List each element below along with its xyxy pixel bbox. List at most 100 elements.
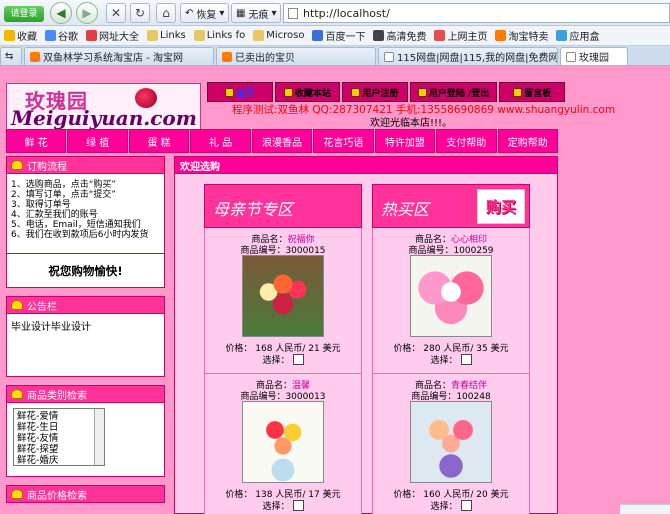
tab-label: 115网盘|网盘|115,我的网盘|免费网络... (397, 53, 558, 64)
category-nav: 鲜 花绿 植蛋 糕礼 品浪漫香品 花言巧语 特许加盟 支付帮助 定购帮助 (6, 129, 558, 153)
product-photo[interactable] (242, 401, 324, 483)
nav-label: 用户注册 (362, 88, 399, 99)
select-label: 选择： (262, 356, 290, 366)
notice-title: 公告栏 (27, 301, 57, 313)
order-steps: 1、选购商品，点击“购买” 2、填写订单，点击“提交” 3、取得订单号 4、汇款至我们… (6, 174, 165, 254)
notice-content: 毕业设计毕业设计 (6, 314, 165, 377)
product-photo[interactable] (410, 401, 492, 483)
taobao-favicon-icon (222, 51, 232, 62)
select-label: 选择： (430, 502, 458, 512)
bookmark-item[interactable]: 收藏 (0, 28, 41, 43)
select-checkbox[interactable] (292, 354, 304, 365)
bookmark-icon (556, 30, 568, 41)
address-bar[interactable]: http://localhost/ (283, 3, 670, 23)
nav-icon (351, 87, 361, 97)
page-favicon-icon (384, 51, 394, 62)
tab-menu-button[interactable]: ⇆ (0, 47, 22, 65)
select-checkbox[interactable] (460, 354, 472, 365)
reload-button[interactable]: ↻ (130, 3, 150, 23)
category-nav-item[interactable]: 定购帮助 (497, 129, 558, 153)
bookmarks-bar: 收藏 谷歌 网址大全 Links Links fo Microso 百度一下 高清免费 上网主页… (0, 26, 670, 46)
notice-header: 公告栏 (6, 296, 165, 314)
product-card: 商品名：心心相印 商品编号：1000259 价格： 280 人民币/ 35 美元 选择… (372, 228, 530, 374)
tab-label: 双鱼林学习系统淘宝店 - 淘宝网 (43, 53, 183, 64)
mothers-day-title: 母亲节专区 (213, 200, 294, 219)
bookmark-icon (147, 30, 158, 41)
tab-label: 已卖出的宝贝 (235, 53, 295, 64)
bookmark-item[interactable]: 应用盒 (552, 28, 603, 43)
category-nav-item[interactable]: 鲜 花 (6, 129, 67, 153)
bookmark-item[interactable]: Links fo (190, 30, 250, 41)
bookmark-item[interactable]: 淘宝特卖 (491, 28, 552, 43)
category-nav-item[interactable]: 特许加盟 (374, 129, 436, 153)
bookmark-label: Links (160, 30, 186, 41)
hot-buy-column: 热买区 购买 商品名：心心相印 商品编号：1000259 价格： 280 人民币/ … (372, 184, 530, 514)
order-process-header: 订购流程 (6, 156, 165, 174)
category-option[interactable]: 鲜花-爱情 (17, 411, 104, 422)
bookmark-item[interactable]: 上网主页 (430, 28, 491, 43)
cat-face-icon (11, 300, 23, 310)
buy-badge[interactable]: 购买 (477, 189, 525, 224)
product-select-line: 选择： (373, 499, 529, 512)
order-step: 6、我们在收到款项后6小时内发货 (11, 230, 149, 240)
category-listbox[interactable]: 鲜花-爱情 鲜花-生日 鲜花-友情 鲜花-探望 鲜花-婚庆 (13, 408, 105, 466)
category-option[interactable]: 鲜花-婚庆 (17, 455, 104, 466)
bookmark-icon (45, 30, 56, 41)
bookmark-item[interactable]: 谷歌 (41, 28, 82, 43)
category-nav-item[interactable]: 绿 植 (67, 129, 128, 153)
nav-icon (225, 87, 235, 97)
forward-button[interactable]: ▶ (76, 2, 98, 24)
login-button[interactable]: 请登录 (4, 6, 44, 22)
select-checkbox[interactable] (292, 500, 304, 511)
chevron-down-icon: ▾ (219, 7, 225, 19)
category-nav-item[interactable]: 支付帮助 (436, 129, 497, 153)
nav-home[interactable]: 首页 (207, 82, 273, 102)
site-logo[interactable]: 玫瑰园 Meiguiyuan.com (6, 83, 201, 130)
product-photo[interactable] (242, 255, 324, 337)
listbox-scrollbar[interactable] (94, 409, 104, 465)
no-trace-button[interactable]: ▦ 无痕 ▾ (231, 3, 282, 23)
price-search-header: 商品价格检索 (6, 485, 165, 503)
home-button[interactable]: ⌂ (156, 3, 176, 23)
bookmark-label: 高清免费 (386, 32, 427, 43)
tab-taobao[interactable]: 双鱼林学习系统淘宝店 - 淘宝网 (24, 47, 214, 65)
tab-menu-icon: ⇆ (5, 51, 14, 62)
nav-register[interactable]: 用户注册 (342, 82, 408, 102)
restore-button[interactable]: ↶ 恢复 ▾ (180, 3, 230, 23)
back-button[interactable]: ◀ (50, 2, 72, 24)
chevron-down-icon: ▾ (271, 7, 277, 19)
category-nav-item[interactable]: 礼 品 (190, 129, 251, 153)
page-favicon-icon (566, 51, 576, 62)
bookmark-icon (434, 30, 446, 41)
nav-label: 留言板 (524, 88, 552, 99)
order-step: 1、选购商品，点击“购买” (11, 180, 117, 190)
nav-login[interactable]: 用户登陆 /登出 (409, 82, 498, 102)
bookmark-item[interactable]: Links (143, 30, 190, 41)
nav-guestbook[interactable]: 留言板 (499, 82, 565, 102)
url-text: http://localhost/ (303, 6, 390, 20)
category-option[interactable]: 鲜花-探望 (17, 444, 104, 455)
bookmark-item[interactable]: Microso (249, 30, 308, 41)
nav-bookmark[interactable]: 收藏本站 (274, 82, 341, 102)
category-option[interactable]: 鲜花-生日 (17, 422, 104, 433)
order-step: 2、填写订单，点击“提交” (11, 190, 117, 200)
tab-rose-garden[interactable]: 玫瑰园 (560, 47, 628, 65)
product-photo[interactable] (410, 255, 492, 337)
category-option[interactable]: 鲜花-友情 (17, 433, 104, 444)
status-bar (620, 504, 670, 514)
product-card: 商品名：青春结伴 商品编号：100248 价格： 160 人民币/ 20 美元 选择： (372, 374, 530, 514)
bookmark-item[interactable]: 网址大全 (82, 28, 143, 43)
stop-button[interactable]: ✕ (106, 3, 126, 23)
category-nav-item[interactable]: 浪漫香品 (251, 129, 313, 153)
category-nav-item[interactable]: 蛋 糕 (128, 129, 190, 153)
select-checkbox[interactable] (460, 500, 472, 511)
category-search-title: 商品类别检索 (27, 390, 87, 402)
bookmark-item[interactable]: 百度一下 (308, 28, 369, 43)
tab-115-pan[interactable]: 115网盘|网盘|115,我的网盘|免费网络... (378, 47, 558, 65)
bookmark-item[interactable]: 高清免费 (369, 28, 430, 43)
tab-sold-items[interactable]: 已卖出的宝贝 (216, 47, 376, 65)
main-header: 欢迎选购 (174, 156, 558, 174)
home-icon: ⌂ (162, 6, 170, 20)
product-select-line: 选择： (373, 353, 529, 366)
category-nav-item[interactable]: 花言巧语 (313, 129, 374, 153)
